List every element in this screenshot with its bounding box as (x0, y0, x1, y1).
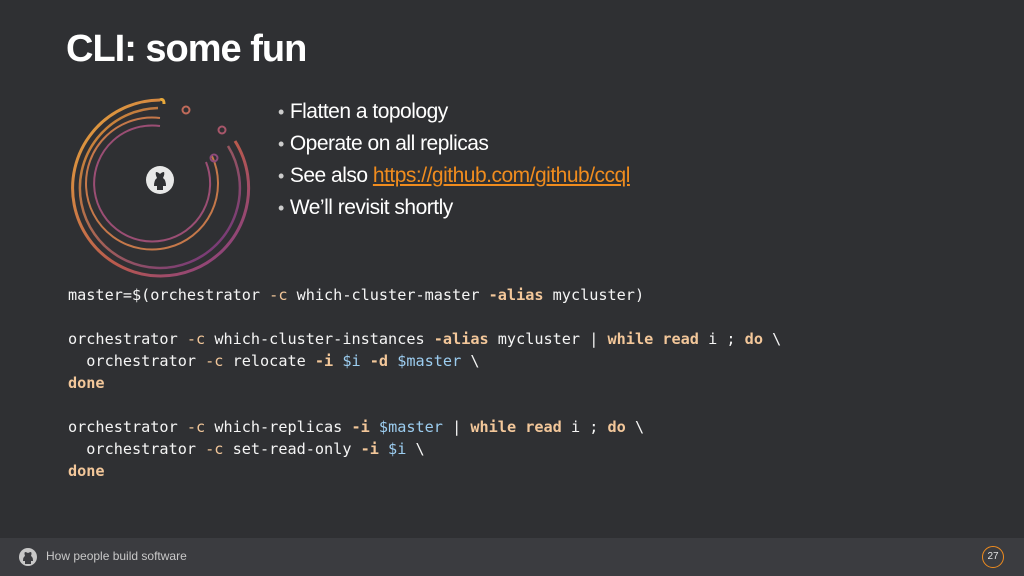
github-orbit-logo-art (71, 98, 251, 278)
bullet-list: • Flatten a topology • Operate on all repl… (278, 96, 630, 224)
bullet-item: • We’ll revisit shortly (278, 192, 630, 224)
slide-title: CLI: some fun (66, 28, 307, 70)
page-number-badge: 27 (982, 546, 1004, 568)
bullet-item: • Flatten a topology (278, 96, 630, 128)
code-block: master=$(orchestrator -c which-cluster-m… (68, 286, 782, 480)
bullet-item: • Operate on all replicas (278, 128, 630, 160)
bullet-dot-icon: • (278, 134, 284, 154)
bullet-dot-icon: • (278, 166, 284, 186)
bullet-dot-icon: • (278, 198, 284, 218)
footer-tagline: How people build software (46, 549, 187, 563)
github-octocat-icon (146, 166, 174, 194)
footer-bar: How people build software 27 (0, 538, 1024, 576)
ccql-link[interactable]: https://github.com/github/ccql (373, 160, 631, 191)
bullet-dot-icon: • (278, 102, 284, 122)
github-octocat-icon (19, 548, 37, 566)
bullet-item: • See also https://github.com/github/ccql (278, 160, 630, 192)
